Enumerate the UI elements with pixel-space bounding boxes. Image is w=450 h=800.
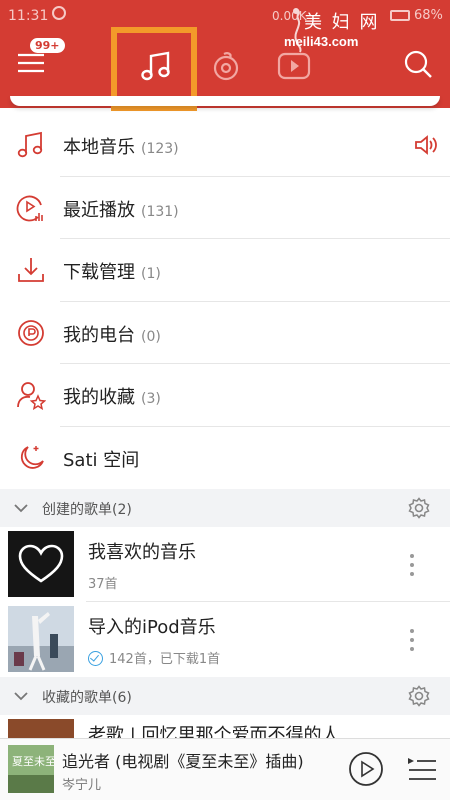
speaker-icon[interactable]	[414, 134, 438, 156]
status-bar: 11:31 0.00K 68%	[0, 0, 450, 32]
section-title: 收藏的歌单(6)	[42, 690, 132, 706]
moon-icon	[20, 445, 44, 469]
gear-icon[interactable]	[408, 497, 430, 519]
menu-item-sati-space[interactable]: Sati 空间	[0, 427, 450, 490]
watermark-title: 美 妇 网	[304, 12, 380, 33]
section-title: 创建的歌单(2)	[42, 502, 132, 518]
svg-text:夏至未至: 夏至未至	[12, 755, 54, 768]
app-header: 11:31 0.00K 68% 美 妇 网 meili43.com 99+	[0, 0, 450, 111]
download-icon	[18, 258, 44, 282]
radio-icon	[213, 52, 239, 81]
now-playing-title: 追光者 (电视剧《夏至未至》插曲)	[62, 752, 304, 771]
menu-item-my-radio[interactable]: 我的电台 (0)	[0, 302, 450, 364]
heart-icon	[18, 544, 64, 583]
music-note-icon	[17, 131, 43, 158]
menu-item-recent-play[interactable]: 最近播放 (131)	[0, 177, 450, 239]
radio-station-icon	[18, 319, 44, 346]
netease-status-icon	[52, 6, 66, 20]
menu-item-downloads[interactable]: 下载管理 (1)	[0, 239, 450, 302]
menu-item-count: (123)	[141, 141, 179, 157]
album-art-image: 夏至未至	[8, 745, 54, 793]
battery-icon	[390, 10, 410, 21]
header-shadow	[10, 96, 440, 106]
tab-discover[interactable]	[200, 40, 252, 92]
collected-playlists-header[interactable]: 收藏的歌单(6)	[0, 677, 450, 715]
menu-item-count: (0)	[141, 328, 161, 345]
menu-item-label: Sati 空间	[63, 449, 140, 471]
menu-item-my-favorites[interactable]: 我的收藏 (3)	[0, 364, 450, 427]
favorite-user-icon	[17, 382, 46, 410]
search-button[interactable]	[400, 46, 436, 82]
menu-item-label: 本地音乐	[63, 137, 135, 158]
my-music-menu: 本地音乐 (123) 最近播放 (131) 下载管理 (1) 我的电台 (0) …	[0, 114, 450, 489]
playlist-name: 老歌 | 回忆里那个爱而不得的人	[88, 725, 340, 738]
more-icon[interactable]	[404, 626, 420, 654]
playlist-meta: 142首，已下载1首	[109, 652, 221, 667]
now-playing-cover: 夏至未至	[8, 745, 54, 793]
playlist-name: 导入的iPod音乐	[88, 617, 216, 638]
playlist-meta: 37首	[88, 577, 118, 592]
tab-video[interactable]	[268, 40, 320, 92]
playlist-item[interactable]: 我喜欢的音乐 37首	[0, 527, 450, 602]
created-playlists-header[interactable]: 创建的歌单(2)	[0, 489, 450, 527]
playlist-cover	[8, 531, 74, 597]
mini-player[interactable]: 夏至未至 追光者 (电视剧《夏至未至》插曲) 岑宁儿	[0, 738, 450, 800]
playlist-queue-icon[interactable]	[406, 755, 438, 783]
video-icon	[277, 52, 311, 80]
downloaded-check-icon	[88, 651, 103, 666]
gear-icon[interactable]	[408, 685, 430, 707]
menu-item-label: 最近播放	[63, 199, 135, 221]
menu-item-count: (1)	[141, 266, 161, 282]
playlist-cover	[8, 606, 74, 672]
chevron-down-icon	[14, 504, 28, 513]
menu-item-label: 我的电台	[63, 324, 135, 346]
chevron-down-icon	[14, 692, 28, 701]
drawer-menu-button[interactable]	[16, 50, 48, 76]
menu-item-label: 下载管理	[63, 262, 135, 283]
notification-badge: 99+	[30, 38, 65, 53]
menu-item-label: 我的收藏	[63, 387, 135, 408]
playlist-item[interactable]: 导入的iPod音乐 142首，已下载1首	[0, 602, 450, 677]
playlist-name: 我喜欢的音乐	[88, 542, 196, 563]
album-art-image	[8, 606, 74, 672]
menu-item-count: (3)	[141, 391, 161, 407]
status-time: 11:31	[8, 8, 49, 24]
more-icon[interactable]	[404, 551, 420, 579]
menu-item-local-music[interactable]: 本地音乐 (123)	[0, 114, 450, 177]
playlist-item[interactable]: 老歌 | 回忆里那个爱而不得的人	[0, 715, 450, 738]
recent-play-icon	[16, 195, 43, 221]
hamburger-icon	[18, 53, 44, 73]
menu-item-count: (131)	[141, 203, 179, 220]
now-playing-artist: 岑宁儿	[62, 778, 102, 793]
playlist-cover	[8, 719, 74, 738]
status-battery: 68%	[414, 8, 443, 23]
search-icon	[404, 50, 432, 78]
play-icon[interactable]	[348, 751, 384, 787]
